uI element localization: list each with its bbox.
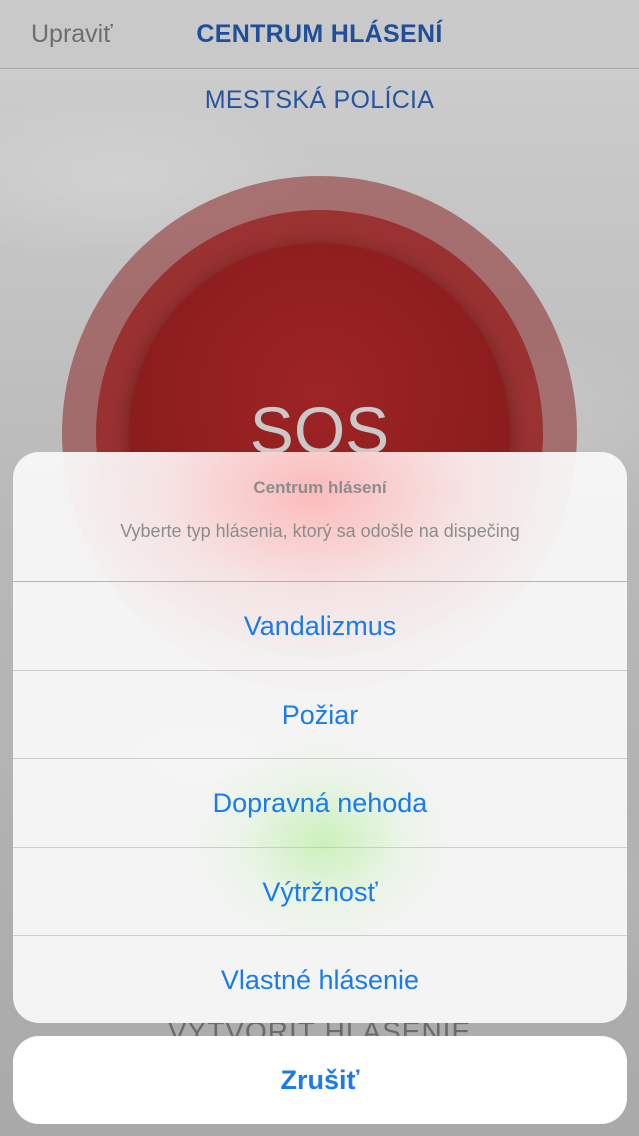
navigation-bar: Upraviť CENTRUM HLÁSENÍ [0, 0, 639, 69]
cancel-button[interactable]: Zrušiť [13, 1036, 627, 1124]
option-vandalism[interactable]: Vandalizmus [13, 581, 627, 670]
action-sheet: Centrum hlásení Vyberte typ hlásenia, kt… [13, 452, 627, 1023]
option-disturbance[interactable]: Výtržnosť [13, 847, 627, 936]
action-sheet-message: Vyberte typ hlásenia, ktorý sa odošle na… [120, 521, 520, 541]
option-fire[interactable]: Požiar [13, 670, 627, 759]
nav-title: CENTRUM HLÁSENÍ [196, 20, 443, 48]
action-sheet-header: Centrum hlásení Vyberte typ hlásenia, kt… [13, 452, 627, 581]
screen: Upraviť CENTRUM HLÁSENÍ MESTSKÁ POLÍCIA … [0, 0, 639, 1136]
action-sheet-title: Centrum hlásení [253, 478, 387, 497]
option-traffic-accident[interactable]: Dopravná nehoda [13, 758, 627, 847]
option-custom-report[interactable]: Vlastné hlásenie [13, 935, 627, 1023]
page-subtitle: MESTSKÁ POLÍCIA [204, 86, 435, 114]
